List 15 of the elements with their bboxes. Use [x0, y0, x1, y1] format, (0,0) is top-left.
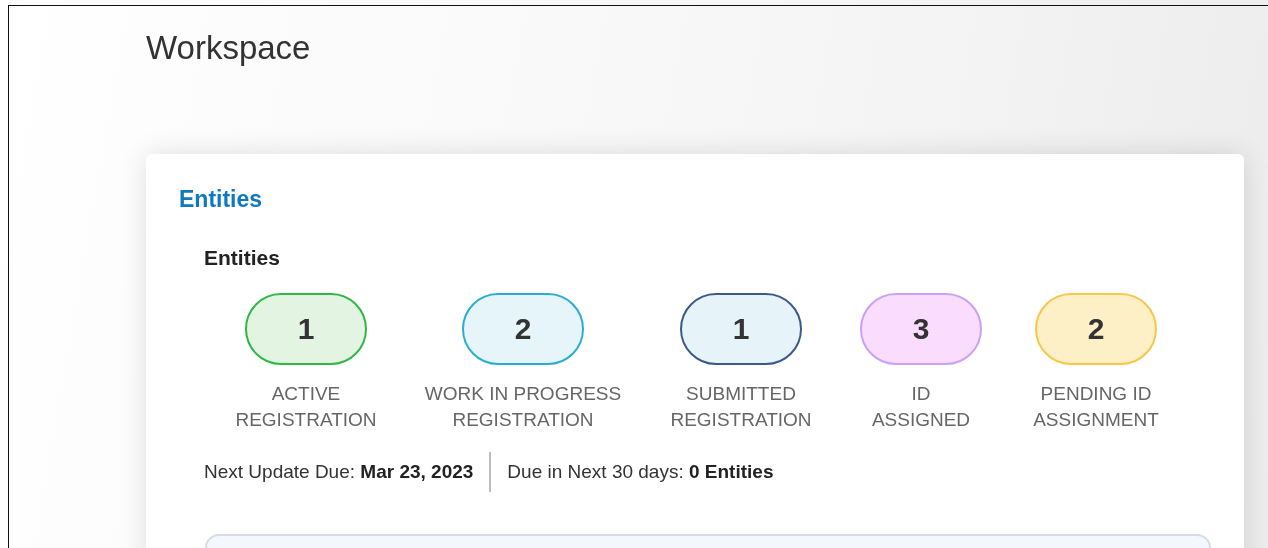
summary-text: Next Update Due: Mar 23, 2023 — [204, 461, 474, 483]
count-badge[interactable]: 2 — [1035, 293, 1157, 365]
card-title: Entities — [179, 185, 263, 213]
status-label: PENDING ID ASSIGNMENT — [1033, 382, 1159, 432]
status-label: ID ASSIGNED — [871, 382, 971, 432]
section-title: Entities — [204, 245, 280, 271]
count-badge[interactable]: 1 — [680, 293, 802, 365]
status-label: ACTIVE REGISTRATION — [235, 382, 377, 432]
summary-text: Due in Next 30 days: 0 Entities — [507, 461, 774, 483]
count-badge[interactable]: 1 — [245, 293, 367, 365]
page-title: Workspace — [146, 28, 312, 68]
count-badge[interactable]: 3 — [860, 293, 982, 365]
status-label: WORK IN PROGRESS REGISTRATION — [424, 382, 622, 432]
count-badge[interactable]: 2 — [462, 293, 584, 365]
status-label: SUBMITTED REGISTRATION — [670, 382, 812, 432]
